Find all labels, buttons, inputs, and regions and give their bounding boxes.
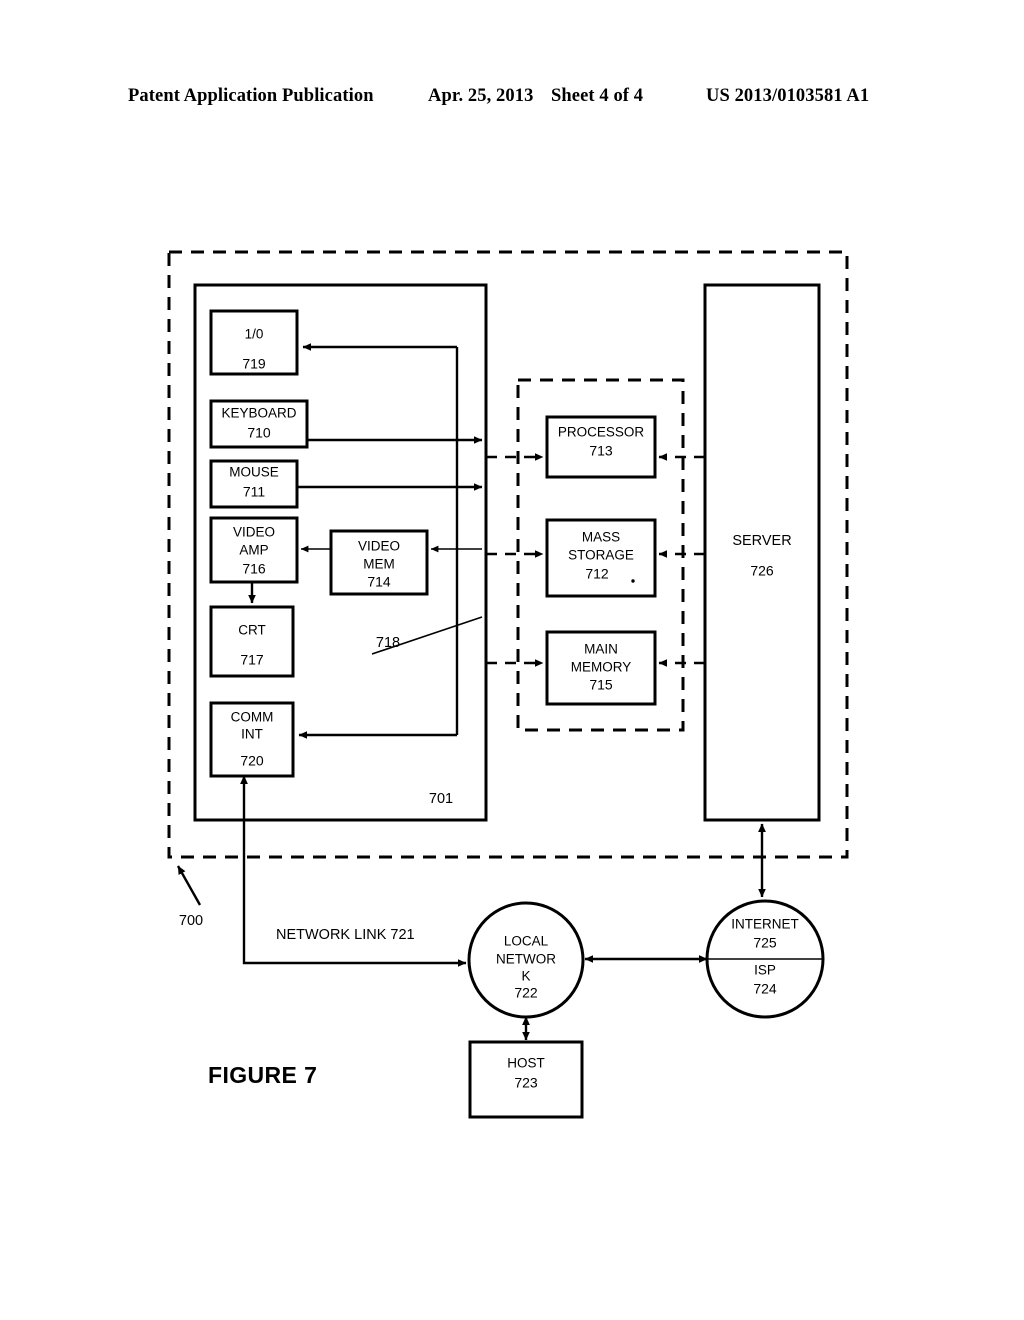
mouse-ref: 711: [243, 484, 266, 500]
header-patent-number: US 2013/0103581 A1: [706, 86, 870, 106]
mass-storage-line2: STORAGE: [568, 548, 634, 563]
crt-label: CRT: [238, 623, 266, 638]
page-header: Patent Application Publication Apr. 25, …: [0, 86, 1024, 114]
video-amp-line1: VIDEO: [233, 525, 275, 540]
processor-ref: 713: [589, 443, 613, 459]
mass-storage-stray-dot: [631, 579, 635, 583]
mass-storage-line1: MASS: [582, 530, 620, 545]
header-date: Apr. 25, 2013: [428, 86, 534, 106]
system-ref-700: 700: [179, 913, 203, 929]
crt-ref: 717: [240, 652, 264, 668]
network-link-label: NETWORK LINK 721: [276, 927, 415, 943]
local-network-ref: 722: [514, 985, 538, 1001]
video-mem-ref: 714: [367, 574, 391, 590]
mass-storage-ref: 712: [585, 566, 609, 582]
comm-int-line1: COMM: [231, 710, 274, 725]
io-ref: 719: [242, 356, 266, 372]
video-amp-line2: AMP: [239, 543, 268, 558]
keyboard-label: KEYBOARD: [221, 406, 296, 421]
figure-caption: FIGURE 7: [208, 1062, 318, 1088]
server-label: SERVER: [732, 533, 791, 549]
comm-int-ref: 720: [240, 753, 264, 769]
video-amp-ref: 716: [242, 561, 266, 577]
patent-figure-page: Patent Application Publication Apr. 25, …: [0, 0, 1024, 1320]
figure-7-diagram: 718 1/0 719 KEYBOARD 710 MOUSE 711 VIDEO…: [167, 250, 849, 1119]
internet-label: INTERNET: [731, 917, 799, 932]
io-label: 1/0: [245, 327, 264, 342]
video-mem-line1: VIDEO: [358, 539, 400, 554]
mouse-label: MOUSE: [229, 465, 279, 480]
server-box: [703, 283, 821, 822]
header-sheet: Sheet 4 of 4: [551, 86, 644, 106]
header-publication: Patent Application Publication: [128, 86, 374, 106]
computer-ref-701: 701: [429, 791, 453, 807]
bus-ref-718: 718: [376, 635, 400, 651]
system-leader-line: [176, 865, 202, 906]
video-mem-line2: MEM: [363, 557, 395, 572]
local-network-line2: NETWOR: [496, 952, 556, 967]
local-network-line1: LOCAL: [504, 934, 549, 949]
main-memory-line1: MAIN: [584, 642, 618, 657]
isp-label: ISP: [754, 963, 776, 978]
keyboard-ref: 710: [247, 425, 271, 441]
isp-ref: 724: [753, 981, 777, 997]
internet-ref: 725: [753, 935, 777, 951]
main-memory-line2: MEMORY: [571, 660, 632, 675]
server-ref: 726: [750, 563, 774, 579]
host-ref: 723: [514, 1075, 538, 1091]
comm-int-line2: INT: [241, 727, 263, 742]
main-memory-ref: 715: [589, 677, 613, 693]
local-network-line3: K: [521, 969, 530, 984]
host-label: HOST: [507, 1056, 545, 1071]
processor-label: PROCESSOR: [558, 425, 645, 440]
